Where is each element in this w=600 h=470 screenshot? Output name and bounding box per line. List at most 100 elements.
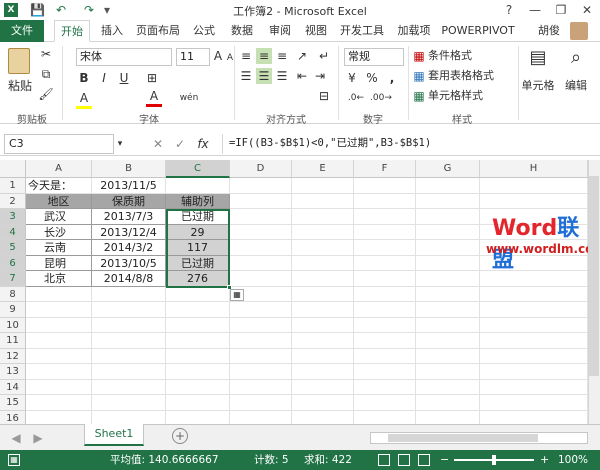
- column-header[interactable]: H: [480, 160, 588, 178]
- cell-c9[interactable]: [166, 302, 230, 318]
- cell-g7[interactable]: [416, 271, 480, 287]
- row-header[interactable]: 3: [0, 209, 26, 225]
- cell-e3[interactable]: [292, 209, 354, 225]
- tab-view[interactable]: 视图: [300, 20, 332, 42]
- cell-b1[interactable]: 2013/11/5: [92, 178, 166, 194]
- cell-e7[interactable]: [292, 271, 354, 287]
- cell-h1[interactable]: [480, 178, 588, 194]
- cell-b14[interactable]: [92, 379, 166, 395]
- column-header[interactable]: A: [26, 160, 92, 178]
- cell-h2[interactable]: [480, 193, 588, 209]
- column-header[interactable]: D: [230, 160, 292, 178]
- cell-b3[interactable]: 2013/7/3: [92, 209, 166, 225]
- cell-c8[interactable]: [166, 286, 230, 302]
- merge-center-icon[interactable]: ⊟: [316, 88, 332, 104]
- tab-addins[interactable]: 加载项: [394, 20, 434, 42]
- cell-f2[interactable]: [354, 193, 416, 209]
- underline-button[interactable]: U: [116, 70, 132, 86]
- cell-h11[interactable]: [480, 333, 588, 349]
- cell-b8[interactable]: [92, 286, 166, 302]
- tab-file[interactable]: 文件: [0, 20, 44, 42]
- cell-b6[interactable]: 2013/10/5: [92, 255, 166, 271]
- cell-a6[interactable]: 昆明: [26, 255, 92, 271]
- row-header[interactable]: 9: [0, 302, 26, 318]
- cell-g10[interactable]: [416, 317, 480, 333]
- cell-g15[interactable]: [416, 395, 480, 411]
- percent-icon[interactable]: %: [364, 70, 380, 86]
- font-color-icon[interactable]: A: [146, 88, 162, 107]
- cell-d10[interactable]: [230, 317, 292, 333]
- cell-b9[interactable]: [92, 302, 166, 318]
- tab-developer[interactable]: 开发工具: [336, 20, 388, 42]
- cell-d4[interactable]: [230, 224, 292, 240]
- cell-e11[interactable]: [292, 333, 354, 349]
- cell-h9[interactable]: [480, 302, 588, 318]
- name-box[interactable]: C3: [4, 134, 114, 154]
- cell-b2[interactable]: 保质期: [92, 193, 166, 209]
- cell-a10[interactable]: [26, 317, 92, 333]
- row-header[interactable]: 11: [0, 333, 26, 349]
- wrap-text-icon[interactable]: ↵: [316, 48, 332, 64]
- formula-input[interactable]: =IF((B3-$B$1)<0,"已过期",B3-$B$1): [222, 134, 598, 154]
- cell-e15[interactable]: [292, 395, 354, 411]
- cell-d15[interactable]: [230, 395, 292, 411]
- undo-icon[interactable]: ↶: [56, 2, 66, 18]
- cell-a1[interactable]: 今天是：: [26, 178, 92, 194]
- align-center-icon[interactable]: ☰: [256, 68, 272, 84]
- cell-g13[interactable]: [416, 364, 480, 380]
- cell-g2[interactable]: [416, 193, 480, 209]
- cell-styles-button[interactable]: 单元格样式: [428, 88, 483, 104]
- cell-b7[interactable]: 2014/8/8: [92, 271, 166, 287]
- cell-f7[interactable]: [354, 271, 416, 287]
- cell-a15[interactable]: [26, 395, 92, 411]
- scroll-thumb[interactable]: [589, 176, 599, 376]
- cell-b5[interactable]: 2014/3/2: [92, 240, 166, 256]
- sheet-next-icon[interactable]: ▶: [32, 430, 44, 446]
- tab-formulas[interactable]: 公式: [188, 20, 220, 42]
- format-painter-icon[interactable]: 🖌: [38, 86, 54, 102]
- row-header[interactable]: 13: [0, 364, 26, 380]
- cell-c14[interactable]: [166, 379, 230, 395]
- column-header[interactable]: F: [354, 160, 416, 178]
- cell-g14[interactable]: [416, 379, 480, 395]
- hscroll-thumb[interactable]: [388, 434, 538, 442]
- editing-button[interactable]: 编辑: [560, 78, 592, 94]
- save-icon[interactable]: 💾: [30, 2, 45, 18]
- cell-c1[interactable]: [166, 178, 230, 194]
- decrease-decimal-icon[interactable]: .00→: [370, 90, 392, 106]
- copy-icon[interactable]: ⧉: [38, 66, 54, 82]
- tab-insert[interactable]: 插入: [96, 20, 128, 42]
- cell-f14[interactable]: [354, 379, 416, 395]
- cell-a9[interactable]: [26, 302, 92, 318]
- cell-f8[interactable]: [354, 286, 416, 302]
- page-layout-view-icon[interactable]: [398, 454, 410, 466]
- align-right-icon[interactable]: ☰: [274, 68, 290, 84]
- format-table-icon[interactable]: ▦: [412, 68, 426, 84]
- cell-g6[interactable]: [416, 255, 480, 271]
- cell-d9[interactable]: [230, 302, 292, 318]
- cell-g3[interactable]: [416, 209, 480, 225]
- cell-d2[interactable]: [230, 193, 292, 209]
- minimize-button[interactable]: —: [522, 0, 548, 20]
- cell-e2[interactable]: [292, 193, 354, 209]
- page-break-view-icon[interactable]: [418, 454, 430, 466]
- tab-page-layout[interactable]: 页面布局: [132, 20, 184, 42]
- select-all-corner[interactable]: [0, 160, 26, 178]
- zoom-level[interactable]: 100%: [558, 450, 588, 470]
- cell-b11[interactable]: [92, 333, 166, 349]
- cell-a8[interactable]: [26, 286, 92, 302]
- cell-e14[interactable]: [292, 379, 354, 395]
- cell-f12[interactable]: [354, 348, 416, 364]
- cell-b15[interactable]: [92, 395, 166, 411]
- cell-f11[interactable]: [354, 333, 416, 349]
- cell-d5[interactable]: [230, 240, 292, 256]
- row-header[interactable]: 2: [0, 193, 26, 209]
- cell-a13[interactable]: [26, 364, 92, 380]
- cell-b13[interactable]: [92, 364, 166, 380]
- cell-g4[interactable]: [416, 224, 480, 240]
- align-left-icon[interactable]: ☰: [238, 68, 254, 84]
- cell-e12[interactable]: [292, 348, 354, 364]
- cell-c15[interactable]: [166, 395, 230, 411]
- paste-button[interactable]: 粘贴: [6, 78, 34, 94]
- help-button[interactable]: ?: [496, 0, 522, 20]
